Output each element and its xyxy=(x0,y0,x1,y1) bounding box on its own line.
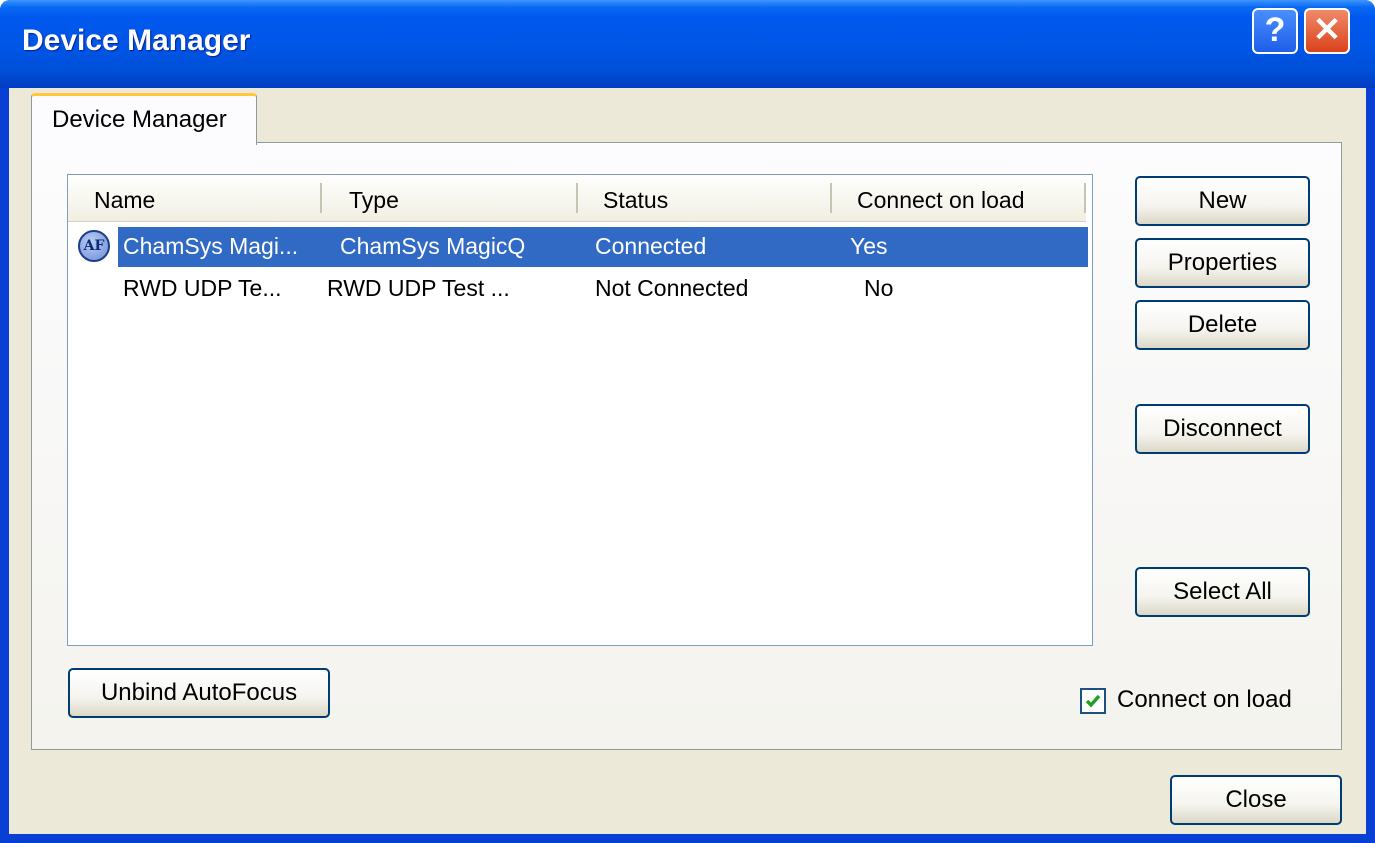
column-separator[interactable] xyxy=(320,183,322,213)
properties-button[interactable]: Properties xyxy=(1135,238,1310,288)
new-button[interactable]: New xyxy=(1135,176,1310,226)
tab-label: Device Manager xyxy=(52,106,227,133)
column-separator[interactable] xyxy=(830,183,832,213)
title-bar[interactable]: Device Manager ? ✕ xyxy=(0,0,1375,88)
column-header-type[interactable]: Type xyxy=(349,187,399,214)
column-header-name[interactable]: Name xyxy=(94,187,155,214)
column-header-status[interactable]: Status xyxy=(603,187,668,214)
cell-name: ChamSys Magi... xyxy=(123,233,299,259)
column-separator[interactable] xyxy=(576,183,578,213)
cell-status: Not Connected xyxy=(595,275,749,301)
cell-type: ChamSys MagicQ xyxy=(340,233,526,259)
window-title: Device Manager xyxy=(22,24,251,57)
list-header: Name Type Status Connect on load xyxy=(68,175,1086,222)
connect-on-load-checkbox[interactable] xyxy=(1080,688,1106,714)
cell-type: RWD UDP Test ... xyxy=(327,275,510,301)
delete-button[interactable]: Delete xyxy=(1135,300,1310,350)
table-row[interactable]: RWD UDP Te... RWD UDP Test ... Not Conne… xyxy=(68,269,1089,309)
cell-status: Connected xyxy=(595,233,707,259)
cell-connect-on-load: No xyxy=(864,275,894,301)
cell-name: RWD UDP Te... xyxy=(123,275,282,301)
help-button[interactable]: ? xyxy=(1252,8,1298,54)
close-button[interactable]: Close xyxy=(1170,775,1342,825)
device-list[interactable]: Name Type Status Connect on load AF Cham… xyxy=(67,174,1093,646)
unbind-autofocus-button[interactable]: Unbind AutoFocus xyxy=(68,668,330,718)
disconnect-button[interactable]: Disconnect xyxy=(1135,404,1310,454)
cell-connect-on-load: Yes xyxy=(850,233,888,259)
close-window-button[interactable]: ✕ xyxy=(1304,8,1350,54)
select-all-button[interactable]: Select All xyxy=(1135,567,1310,617)
column-separator[interactable] xyxy=(1084,183,1086,213)
autofocus-icon: AF xyxy=(78,230,110,262)
tab-device-manager[interactable]: Device Manager xyxy=(31,93,257,145)
checkmark-icon xyxy=(1085,694,1101,708)
column-header-connect-on-load[interactable]: Connect on load xyxy=(857,187,1025,214)
table-row[interactable]: AF ChamSys Magi... ChamSys MagicQ Connec… xyxy=(68,227,1089,267)
connect-on-load-label[interactable]: Connect on load xyxy=(1117,686,1292,714)
